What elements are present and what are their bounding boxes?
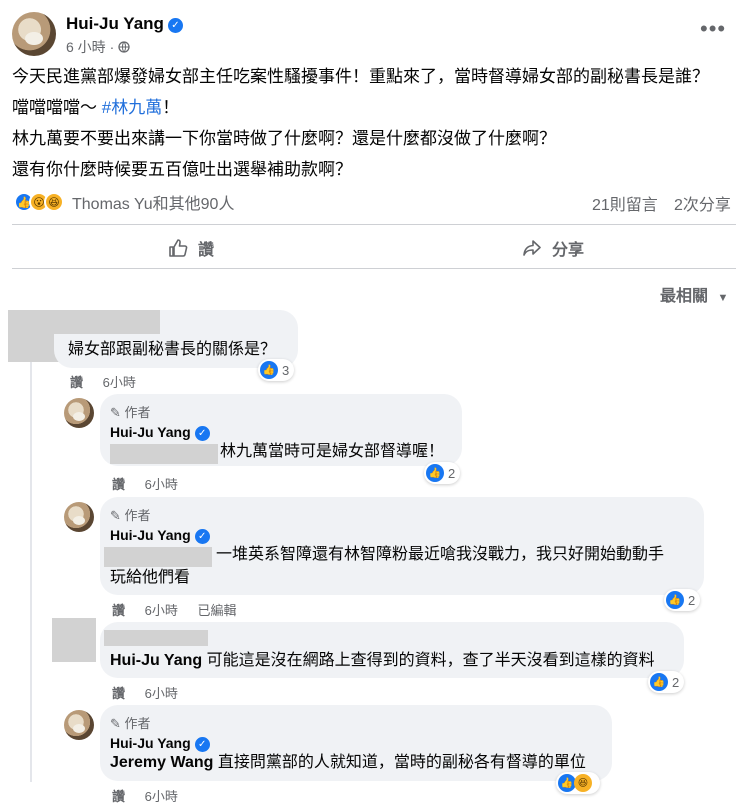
verified-badge-icon: ✓	[167, 18, 183, 33]
share-arrow-icon	[523, 240, 541, 256]
comment-time[interactable]: 6小時	[103, 375, 136, 390]
comment-reactions[interactable]: 👍 2	[664, 589, 701, 611]
comment-time[interactable]: 6小時	[145, 686, 178, 701]
reply-avatar[interactable]	[64, 710, 94, 740]
comments-count[interactable]: 21則留言	[592, 191, 658, 215]
reactions-text[interactable]: Thomas Yu和其他90人	[72, 190, 234, 214]
comment-bubble[interactable]: ✎ 作者 Hui-Ju Yang ✓ 一堆英系智障還有林智障粉最近嗆我沒戰力，我只…	[100, 497, 704, 595]
comment-text-row: Jeremy Wang 直接問黨部的人就知道，當時的副秘各有督導的單位	[110, 752, 586, 774]
like-reaction-icon: 👍	[426, 464, 444, 482]
redacted-name	[104, 630, 208, 646]
comment-text: 可能這是沒在網路上查得到的資料，查了半天沒看到這樣的資料	[206, 652, 655, 669]
post-paragraph-3: 林九萬要不要出來講一下你當時做了什麼啊？還是什麼都沒做了什麼啊？	[12, 129, 556, 148]
verified-badge-icon: ✓	[194, 529, 210, 544]
comment-author[interactable]: Hui-Ju Yang ✓	[110, 735, 210, 752]
author-tag: ✎ 作者	[110, 716, 151, 731]
comment-text: 婦女部跟副秘書長的關係是？	[68, 341, 277, 358]
author-tag: ✎ 作者	[110, 405, 151, 420]
comment-like-link[interactable]: 讚	[112, 789, 125, 804]
post-paragraph-1: 今天民進黨部爆發婦女部主任吃案性騷擾事件！重點來了，當時督導婦女部的副秘書長是誰…	[12, 67, 709, 86]
pencil-icon: ✎	[110, 716, 121, 731]
mention-link[interactable]: Jeremy Wang	[110, 754, 213, 771]
comment-text: 林九萬當時可是婦女部督導喔！	[220, 443, 445, 460]
verified-badge-icon: ✓	[194, 426, 210, 441]
comment-text-row: Hui-Ju Yang 可能這是沒在網路上查得到的資料，查了半天沒看到這樣的資料	[110, 650, 655, 672]
comment-bubble[interactable]: ✎ 作者 Hui-Ju Yang ✓ 林九萬當時可是婦女部督導喔！	[100, 394, 462, 466]
like-reaction-icon: 👍	[260, 361, 278, 379]
post-author[interactable]: Hui-Ju Yang ✓	[66, 14, 183, 34]
haha-reaction-icon: 😆	[44, 192, 64, 212]
comment-like-link[interactable]: 讚	[70, 375, 83, 390]
reactions-summary[interactable]: 👍 😮 😆 Thomas Yu和其他90人	[14, 190, 234, 214]
like-button[interactable]: 讚	[168, 236, 214, 260]
comment-time[interactable]: 6小時	[145, 789, 178, 804]
comment-actions: 讚 6小時	[70, 372, 136, 391]
post-paragraph-4: 還有你什麼時候要五百億吐出選舉補助款啊？	[12, 160, 352, 179]
pencil-icon: ✎	[110, 508, 121, 523]
like-label: 讚	[198, 242, 215, 259]
comment-like-link[interactable]: 讚	[112, 477, 125, 492]
post-body: 今天民進黨部爆發婦女部主任吃案性騷擾事件！重點來了，當時督導婦女部的副秘書長是誰…	[12, 66, 742, 181]
mention-link[interactable]: Hui-Ju Yang	[110, 652, 202, 669]
share-label: 分享	[552, 242, 585, 259]
comment-like-link[interactable]: 讚	[112, 686, 125, 701]
haha-reaction-icon: 😆	[574, 774, 592, 792]
globe-icon	[118, 41, 130, 53]
comment-reactions[interactable]: 👍 😆	[556, 772, 600, 794]
post-time[interactable]: 6 小時	[66, 39, 106, 55]
redacted-mention	[104, 547, 212, 567]
comment-reactions[interactable]: 👍 2	[424, 462, 461, 484]
post-meta: 6 小時 ·	[66, 37, 130, 57]
verified-badge-icon: ✓	[194, 737, 210, 752]
comment-actions: 讚 6小時 已編輯	[112, 600, 237, 619]
comment-time[interactable]: 6小時	[145, 603, 178, 618]
comment-actions: 讚 6小時	[112, 474, 178, 493]
comment-sort-dropdown[interactable]: 最相關 ▼	[660, 282, 728, 306]
comment-text: 直接問黨部的人就知道，當時的副秘各有督導的單位	[217, 754, 586, 771]
comment-bubble[interactable]: ✎ 作者 Hui-Ju Yang ✓ Jeremy Wang 直接問黨部的人就知道…	[100, 705, 612, 781]
comment-text-line2: 玩給他們看	[110, 569, 191, 586]
pencil-icon: ✎	[110, 405, 121, 420]
like-reaction-icon: 👍	[650, 673, 668, 691]
sort-label: 最相關	[660, 288, 709, 305]
comment-actions: 讚 6小時	[112, 683, 178, 702]
comment-bubble[interactable]: 婦女部跟副秘書長的關係是？	[54, 310, 298, 368]
redacted-name	[54, 310, 160, 334]
redacted-avatar	[52, 618, 96, 662]
comment-author[interactable]: Hui-Ju Yang ✓	[110, 424, 210, 441]
reply-avatar[interactable]	[64, 502, 94, 532]
reply-avatar[interactable]	[64, 398, 94, 428]
redacted-mention	[110, 444, 218, 464]
shares-count[interactable]: 2次分享	[674, 191, 731, 215]
divider	[12, 268, 736, 269]
comment-actions: 讚 6小時	[112, 786, 178, 805]
thread-line	[30, 362, 32, 782]
share-button[interactable]: 分享	[522, 236, 584, 260]
author-avatar[interactable]	[12, 12, 56, 56]
more-options-icon[interactable]: •••	[700, 16, 726, 42]
like-reaction-icon: 👍	[666, 591, 684, 609]
comment-like-link[interactable]: 讚	[112, 603, 125, 618]
comment-time[interactable]: 6小時	[145, 477, 178, 492]
comment-reactions[interactable]: 👍 2	[648, 671, 685, 693]
comment-author[interactable]: Hui-Ju Yang ✓	[110, 527, 210, 544]
hashtag-link[interactable]: #林九萬	[102, 98, 162, 117]
comment-text-line1: 一堆英系智障還有林智障粉最近嗆我沒戰力，我只好開始動動手	[216, 546, 665, 563]
comment-reactions[interactable]: 👍 3	[258, 359, 295, 381]
caret-down-icon: ▼	[717, 292, 729, 304]
post-paragraph-2: 噹噹噹噹～ #林九萬！	[12, 98, 180, 117]
edited-label: 已編輯	[197, 603, 237, 618]
thumbs-up-icon	[169, 239, 188, 257]
author-name[interactable]: Hui-Ju Yang	[66, 14, 164, 33]
author-tag: ✎ 作者	[110, 508, 151, 523]
divider	[12, 224, 736, 225]
comment-bubble[interactable]: Hui-Ju Yang 可能這是沒在網路上查得到的資料，查了半天沒看到這樣的資料	[100, 622, 684, 678]
